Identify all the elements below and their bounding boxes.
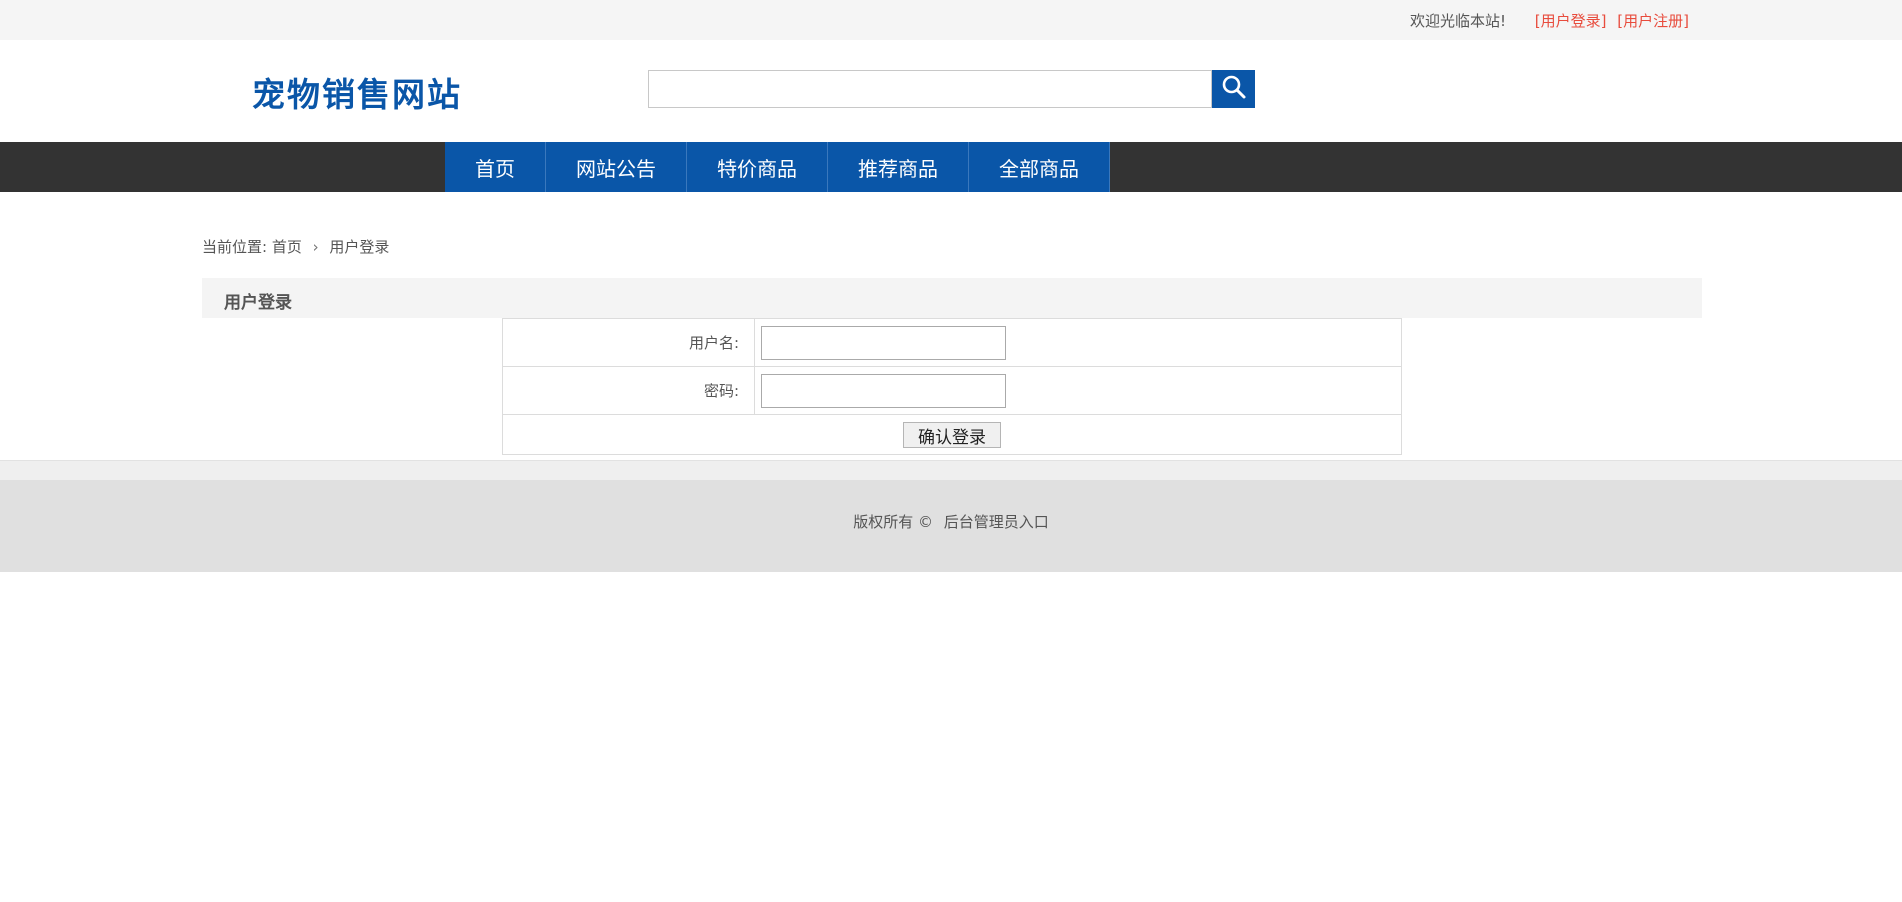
username-cell	[754, 318, 1402, 367]
search-bar	[648, 70, 1255, 108]
welcome-text: 欢迎光临本站!	[1409, 12, 1506, 30]
admin-entry-link[interactable]: 后台管理员入口	[944, 513, 1049, 531]
login-link[interactable]: [用户登录]	[1535, 12, 1607, 30]
top-bar: 欢迎光临本站! [用户登录] [用户注册]	[0, 0, 1902, 40]
top-bar-links: 欢迎光临本站! [用户登录] [用户注册]	[1410, 10, 1689, 31]
nav-item-announcements[interactable]: 网站公告	[546, 142, 687, 192]
password-row: 密码:	[502, 366, 1402, 415]
breadcrumb-prefix: 当前位置:	[202, 238, 268, 256]
username-label: 用户名:	[502, 318, 755, 367]
nav-item-all-products[interactable]: 全部商品	[969, 142, 1110, 192]
submit-cell: 确认登录	[502, 414, 1402, 455]
password-cell	[754, 366, 1402, 415]
username-row: 用户名:	[502, 318, 1402, 367]
section-title: 用户登录	[224, 293, 292, 313]
copyright-text: 版权所有 ©	[853, 513, 933, 531]
footer-text: 版权所有 © 后台管理员入口	[853, 511, 1049, 532]
username-input[interactable]	[761, 325, 1006, 360]
submit-row: 确认登录	[502, 414, 1402, 455]
nav-list: 首页 网站公告 特价商品 推荐商品 全部商品	[445, 142, 1110, 192]
login-submit-button[interactable]: 确认登录	[903, 421, 1001, 448]
breadcrumb-current: 用户登录	[329, 238, 390, 256]
password-input[interactable]	[761, 373, 1006, 408]
main-nav: 首页 网站公告 特价商品 推荐商品 全部商品	[0, 142, 1902, 192]
footer-divider	[0, 460, 1902, 480]
search-button[interactable]	[1212, 70, 1255, 108]
breadcrumb-home[interactable]: 首页	[272, 238, 302, 256]
breadcrumb: 当前位置: 首页 › 用户登录	[202, 236, 389, 257]
header: 宠物销售网站	[0, 40, 1902, 142]
nav-item-home[interactable]: 首页	[445, 142, 546, 192]
search-icon	[1221, 74, 1247, 104]
nav-item-specials[interactable]: 特价商品	[687, 142, 828, 192]
footer: 版权所有 © 后台管理员入口	[0, 480, 1902, 572]
nav-item-recommended[interactable]: 推荐商品	[828, 142, 969, 192]
password-label: 密码:	[502, 366, 755, 415]
login-form: 用户名: 密码: 确认登录	[502, 318, 1402, 455]
section-header: 用户登录	[202, 278, 1702, 318]
site-logo[interactable]: 宠物销售网站	[252, 68, 462, 116]
register-link[interactable]: [用户注册]	[1617, 12, 1689, 30]
chevron-right-icon: ›	[312, 238, 319, 256]
search-input[interactable]	[648, 70, 1212, 108]
